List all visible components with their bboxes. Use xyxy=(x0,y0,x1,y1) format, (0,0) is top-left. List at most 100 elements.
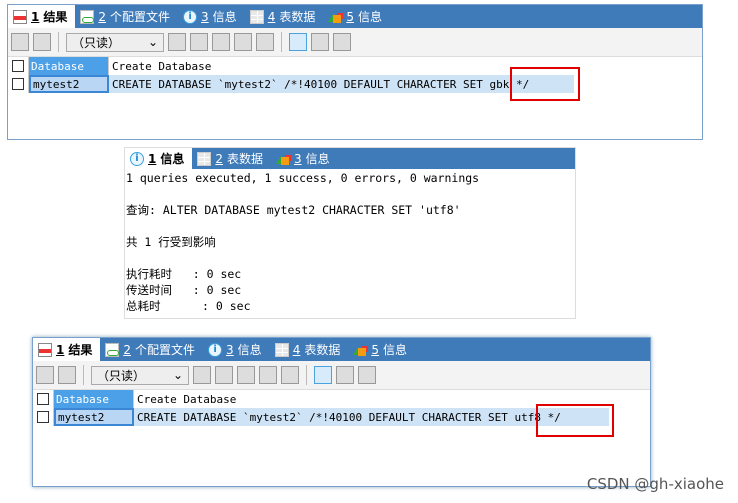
tab-info[interactable]: i 1 信息 xyxy=(125,148,193,169)
column-header[interactable]: Database xyxy=(29,57,109,75)
grid-view-icon[interactable] xyxy=(289,33,307,51)
row-checkbox[interactable] xyxy=(33,408,54,426)
highlight-box xyxy=(536,404,614,437)
tab-info-2[interactable]: 5 信息 xyxy=(348,338,415,361)
column-header[interactable]: Create Database xyxy=(109,57,702,75)
tab-label: 结果 xyxy=(68,343,93,357)
tab-label: 结果 xyxy=(43,10,68,24)
tab-label: 信息 xyxy=(237,343,262,357)
select-value: （只读） xyxy=(72,35,121,50)
results-grid-icon xyxy=(13,9,27,24)
table-icon xyxy=(274,342,289,357)
info-icon: i xyxy=(208,342,223,357)
result-panel-before: 1 结果 2 个配置文件 i 3 信息 4 表数据 5 信息 （只读） ⌄ Database C… xyxy=(7,4,703,140)
readonly-select[interactable]: （只读） ⌄ xyxy=(66,32,164,52)
table-icon xyxy=(197,151,212,166)
message-line: 1 queries executed, 1 success, 0 errors,… xyxy=(126,171,480,185)
text-view-icon[interactable] xyxy=(358,366,376,384)
tab-num: 3 xyxy=(226,342,234,357)
tab-label: 个配置文件 xyxy=(110,10,171,24)
results-grid-icon xyxy=(38,342,52,357)
tab-table-data[interactable]: 4 表数据 xyxy=(245,5,324,28)
tab-label: 表数据 xyxy=(279,10,316,24)
form-view-icon[interactable] xyxy=(311,33,329,51)
chevron-down-icon: ⌄ xyxy=(147,35,158,49)
column-header[interactable]: Database xyxy=(54,390,134,408)
message-output: 1 queries executed, 1 success, 0 errors,… xyxy=(125,169,575,315)
tab-table-data[interactable]: 2 表数据 xyxy=(192,148,271,169)
tab-results[interactable]: 1 结果 xyxy=(8,5,76,28)
tab-profile[interactable]: 2 个配置文件 xyxy=(75,5,178,28)
export-dropdown-icon[interactable] xyxy=(33,33,51,51)
tab-num: 4 xyxy=(292,342,301,357)
tab-label: 信息 xyxy=(382,343,407,357)
insert-icon[interactable] xyxy=(193,366,211,384)
tab-num: 5 xyxy=(346,9,354,24)
delete-icon[interactable] xyxy=(234,33,252,51)
tab-num: 5 xyxy=(371,342,379,357)
message-line: 传送时间 : 0 sec xyxy=(126,283,242,297)
select-all-checkbox[interactable] xyxy=(8,57,29,75)
tab-info-2[interactable]: 3 信息 xyxy=(271,148,338,169)
row-checkbox[interactable] xyxy=(8,75,29,93)
insert-icon[interactable] xyxy=(168,33,186,51)
message-line xyxy=(126,218,574,234)
tab-num: 2 xyxy=(123,342,132,357)
tab-num: 3 xyxy=(294,151,302,166)
cell[interactable]: mytest2 xyxy=(54,408,134,426)
message-line: 执行耗时 : 0 sec xyxy=(126,267,242,281)
delete-icon[interactable] xyxy=(259,366,277,384)
tab-table-data[interactable]: 4 表数据 xyxy=(270,338,349,361)
info-icon: i xyxy=(130,151,144,166)
grid-view-icon[interactable] xyxy=(314,366,332,384)
select-all-checkbox[interactable] xyxy=(33,390,54,408)
profile-icon xyxy=(105,342,120,357)
cancel-icon[interactable] xyxy=(281,366,299,384)
chevron-down-icon: ⌄ xyxy=(172,368,183,382)
message-line xyxy=(126,250,574,266)
cancel-icon[interactable] xyxy=(256,33,274,51)
table-icon xyxy=(249,9,264,24)
tab-bar: 1 结果 2 个配置文件 i 3 信息 4 表数据 5 信息 xyxy=(33,338,650,361)
form-view-icon[interactable] xyxy=(336,366,354,384)
tab-num: 3 xyxy=(201,9,209,24)
divider xyxy=(281,32,282,52)
result-panel-after: 1 结果 2 个配置文件 i 3 信息 4 表数据 5 信息 （只读） ⌄ Database C… xyxy=(32,337,651,487)
tab-bar: 1 结果 2 个配置文件 i 3 信息 4 表数据 5 信息 xyxy=(8,5,702,28)
watermark: CSDN @gh-xiaohe xyxy=(586,475,724,493)
profile-icon xyxy=(80,9,95,24)
divider xyxy=(83,365,84,385)
cell[interactable]: mytest2 xyxy=(29,75,109,93)
text-view-icon[interactable] xyxy=(333,33,351,51)
duplicate-icon[interactable] xyxy=(215,366,233,384)
grid-header: Database Create Database xyxy=(8,57,702,75)
cell[interactable]: CREATE DATABASE `mytest2` /*!40100 DEFAU… xyxy=(109,75,574,93)
duplicate-icon[interactable] xyxy=(190,33,208,51)
tab-num: 1 xyxy=(31,9,40,24)
tab-info[interactable]: i 3 信息 xyxy=(203,338,270,361)
tab-num: 1 xyxy=(56,342,65,357)
select-value: （只读） xyxy=(97,368,146,383)
divider xyxy=(58,32,59,52)
message-panel: i 1 信息 2 表数据 3 信息 1 queries executed, 1 succ… xyxy=(124,147,576,319)
save-icon[interactable] xyxy=(212,33,230,51)
tab-results[interactable]: 1 结果 xyxy=(33,338,101,361)
add-row-icon[interactable] xyxy=(36,366,54,384)
tab-bar: i 1 信息 2 表数据 3 信息 xyxy=(125,148,575,169)
save-icon[interactable] xyxy=(237,366,255,384)
tab-num: 1 xyxy=(148,151,157,166)
tab-num: 2 xyxy=(98,9,107,24)
tab-label: 表数据 xyxy=(227,152,264,166)
highlight-box xyxy=(510,67,580,101)
readonly-select[interactable]: （只读） ⌄ xyxy=(91,365,189,385)
tab-info-2[interactable]: 5 信息 xyxy=(323,5,390,28)
tab-num: 2 xyxy=(215,151,224,166)
tab-info[interactable]: i 3 信息 xyxy=(178,5,245,28)
export-dropdown-icon[interactable] xyxy=(58,366,76,384)
shapes-icon xyxy=(328,10,342,24)
toolbar: （只读） ⌄ xyxy=(33,361,650,390)
table-row[interactable]: mytest2 CREATE DATABASE `mytest2` /*!4010… xyxy=(8,75,702,93)
add-row-icon[interactable] xyxy=(11,33,29,51)
tab-profile[interactable]: 2 个配置文件 xyxy=(100,338,203,361)
tab-label: 表数据 xyxy=(304,343,341,357)
